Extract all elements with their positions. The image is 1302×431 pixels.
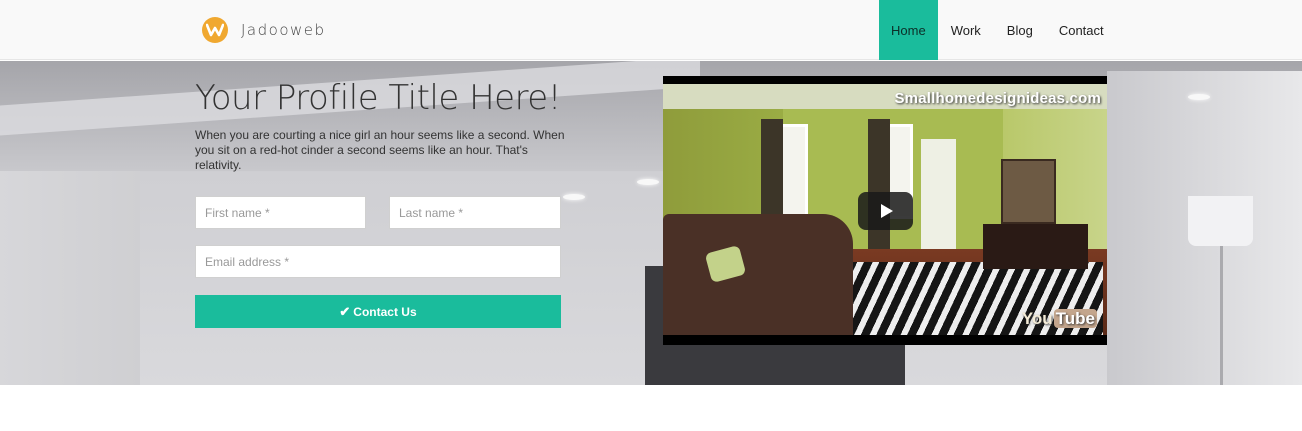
contact-us-button[interactable]: ✔ Contact Us: [195, 295, 561, 328]
nav-item-home[interactable]: Home: [879, 0, 938, 60]
lamp-pole: [1220, 246, 1223, 385]
play-icon: [881, 204, 893, 218]
thumbnail-artwork: [1001, 159, 1056, 224]
nav-item-blog[interactable]: Blog: [994, 0, 1046, 60]
thumbnail-console-table: [983, 224, 1088, 269]
email-input[interactable]: Email address *: [195, 245, 561, 278]
hero-background-wall: [0, 171, 140, 385]
brand[interactable]: Jadooweb: [202, 17, 326, 43]
video-thumbnail: Smallhomedesignideas.com You Tube: [663, 84, 1107, 335]
main-nav: Home Work Blog Contact: [879, 0, 1117, 60]
last-name-input[interactable]: Last name *: [389, 196, 561, 229]
lamp-shade: [1188, 196, 1253, 246]
hero-section: Your Profile Title Here! When you are co…: [0, 61, 1302, 385]
lower-content-area: [0, 385, 1302, 431]
contact-us-label: Contact Us: [353, 304, 417, 319]
youtube-logo[interactable]: You Tube: [1022, 309, 1097, 329]
check-icon: ✔: [339, 303, 351, 319]
video-player[interactable]: Smallhomedesignideas.com You Tube: [663, 76, 1107, 345]
nav-item-contact[interactable]: Contact: [1046, 0, 1117, 60]
youtube-logo-tube: Tube: [1053, 309, 1097, 328]
first-name-input[interactable]: First name *: [195, 196, 366, 229]
thumbnail-door: [921, 139, 956, 259]
thumbnail-curtain: [868, 119, 890, 259]
ceiling-light: [637, 179, 659, 185]
navbar: Jadooweb Home Work Blog Contact: [0, 0, 1302, 60]
play-button[interactable]: [858, 192, 913, 230]
profile-title: Your Profile Title Here!: [195, 78, 561, 118]
w-logo-glyph: [206, 23, 224, 37]
video-watermark: Smallhomedesignideas.com: [894, 90, 1101, 107]
nav-item-work[interactable]: Work: [938, 0, 994, 60]
thumbnail-sofa: [663, 214, 853, 335]
ceiling-light: [563, 194, 585, 200]
youtube-logo-you: You: [1021, 309, 1053, 328]
brand-logo-icon: [202, 17, 228, 43]
brand-name: Jadooweb: [241, 21, 326, 39]
profile-description: When you are courting a nice girl an hou…: [195, 128, 565, 172]
ceiling-light: [1188, 94, 1210, 100]
